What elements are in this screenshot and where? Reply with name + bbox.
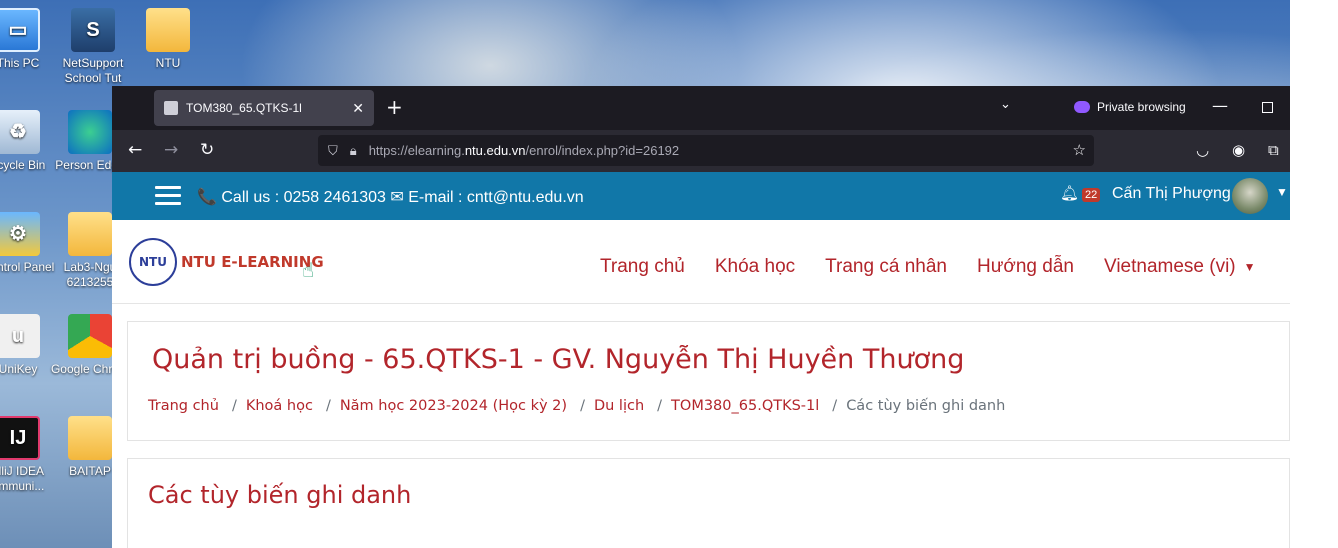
breadcrumb-separator: / <box>832 398 838 414</box>
back-arrow-icon[interactable]: ← <box>128 140 142 160</box>
ntu-logo[interactable]: NTU <box>129 238 177 286</box>
tab-close-icon[interactable]: ✕ <box>352 100 364 117</box>
breadcrumb-course[interactable]: TOM380_65.QTKS-1l <box>671 398 819 414</box>
breadcrumb: Trang chủ / Khoá học / Năm học 2023-2024… <box>148 398 1005 414</box>
bookmark-star-icon[interactable]: ☆ <box>1073 141 1086 159</box>
user-name[interactable]: Cấn Thị Phượng <box>1112 185 1231 203</box>
tracking-protection-shield-icon[interactable]: ⛉ <box>328 143 338 159</box>
notification-count-badge: 22 <box>1082 188 1101 202</box>
private-mask-icon <box>1074 101 1090 113</box>
notification-bell-icon[interactable]: 🔔︎ <box>1060 184 1079 202</box>
breadcrumb-separator: / <box>657 398 663 414</box>
language-label: Vietnamese (vi) <box>1103 256 1236 277</box>
intellij-icon: IJ <box>0 416 40 460</box>
desktop-icon-netsupport[interactable]: S NetSupport School Tut <box>53 8 133 86</box>
nav-item-profile[interactable]: Trang cá nhân <box>825 256 947 278</box>
browser-tab-active[interactable]: TOM380_65.QTKS-1l ✕ <box>154 90 374 126</box>
breadcrumb-home[interactable]: Trang chủ <box>148 398 219 414</box>
chrome-icon <box>68 314 112 358</box>
folder-icon <box>68 416 112 460</box>
hamburger-menu-icon[interactable] <box>155 186 181 206</box>
pointing-hand-icon: ☝︎ <box>302 258 315 282</box>
tab-bar: TOM380_65.QTKS-1l ✕ + ⌄ Private browsing… <box>112 86 1290 130</box>
account-icon[interactable]: ◉ <box>1232 141 1245 159</box>
page-favicon-icon <box>164 101 178 115</box>
tab-title: TOM380_65.QTKS-1l <box>186 101 302 115</box>
breadcrumb-courses[interactable]: Khoá học <box>246 398 313 414</box>
site-top-bar: 📞 Call us : 0258 2461303 ✉ E-mail : cntt… <box>112 172 1290 220</box>
page-header-card: Quản trị buồng - 65.QTKS-1 - GV. Nguyễn … <box>127 321 1290 441</box>
breadcrumb-category[interactable]: Du lịch <box>594 398 644 414</box>
user-menu-caret-icon[interactable]: ▼ <box>1276 185 1288 199</box>
contact-info: 📞 Call us : 0258 2461303 ✉ E-mail : cntt… <box>197 189 584 206</box>
user-avatar[interactable] <box>1232 178 1268 214</box>
desktop-icon-label: NetSupport School Tut <box>62 56 124 85</box>
folder-icon <box>146 8 190 52</box>
navigation-toolbar: ← → ↻ ⛉ 🔒︎ https://elearning. ntu.edu.vn… <box>112 130 1290 172</box>
forward-arrow-icon[interactable]: → <box>164 140 178 160</box>
new-tab-icon[interactable]: + <box>386 95 403 119</box>
folder-icon <box>68 212 112 256</box>
language-selector[interactable]: Vietnamese (vi) ▼ <box>1104 256 1256 278</box>
reload-icon[interactable]: ↻ <box>200 140 214 160</box>
desktop-icon-ntu[interactable]: NTU <box>128 8 208 71</box>
desktop-margin <box>1290 0 1338 548</box>
section-title: Các tùy biến ghi danh <box>148 481 412 509</box>
address-bar[interactable]: ⛉ 🔒︎ https://elearning. ntu.edu.vn /enro… <box>318 135 1094 166</box>
maximize-window-icon[interactable] <box>1262 102 1273 113</box>
url-path: /enrol/index.php?id=26192 <box>525 143 680 158</box>
nav-item-guide[interactable]: Hướng dẫn <box>977 256 1074 278</box>
site-header: NTU NTU E-LEARNING ☝︎ Trang chủ Khóa học… <box>112 220 1290 304</box>
desktop-icon-label: NTU <box>155 56 181 70</box>
desktop-icon-this-pc[interactable]: ▭ This PC <box>0 8 58 71</box>
unikey-icon: u <box>0 314 40 358</box>
breadcrumb-separator: / <box>580 398 585 414</box>
nav-item-courses[interactable]: Khóa học <box>715 256 795 278</box>
breadcrumb-academic-year[interactable]: Năm học 2023-2024 (Học kỳ 2) <box>340 398 567 414</box>
edge-icon <box>68 110 112 154</box>
netsupport-icon: S <box>71 8 115 52</box>
recycle-bin-icon: ♻ <box>0 110 40 154</box>
nav-item-home[interactable]: Trang chủ <box>600 256 685 278</box>
extensions-icon[interactable]: ⧉ <box>1268 141 1279 159</box>
list-tabs-chevron-icon[interactable]: ⌄ <box>1000 97 1011 112</box>
control-panel-icon: ⚙ <box>0 212 40 256</box>
language-caret-icon: ▼ <box>1243 259 1256 274</box>
url-scheme-prefix: https://elearning. <box>368 143 465 158</box>
desktop-icon-label: This PC <box>0 56 40 70</box>
breadcrumb-separator: / <box>231 398 237 414</box>
page-title: Quản trị buồng - 65.QTKS-1 - GV. Nguyễn … <box>152 344 965 375</box>
breadcrumb-separator: / <box>325 398 331 414</box>
pocket-icon[interactable]: ◡ <box>1196 141 1209 159</box>
private-browsing-label: Private browsing <box>1097 100 1186 114</box>
content-card: Các tùy biến ghi danh <box>127 458 1290 548</box>
main-navigation: Trang chủ Khóa học Trang cá nhân Hướng d… <box>600 256 1256 278</box>
minimize-window-icon[interactable]: — <box>1212 96 1228 115</box>
breadcrumb-current: Các tùy biến ghi danh <box>846 398 1006 414</box>
url-domain: ntu.edu.vn <box>464 143 526 158</box>
lock-icon[interactable]: 🔒︎ <box>350 143 357 159</box>
computer-icon: ▭ <box>0 8 40 52</box>
private-browsing-indicator: Private browsing <box>1074 100 1186 114</box>
